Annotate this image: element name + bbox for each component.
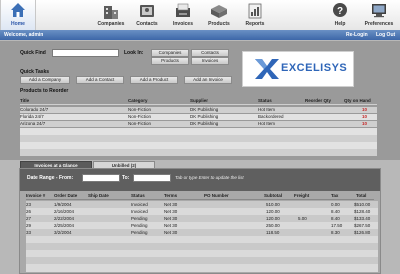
welcome-bar: Welcome, admin Re-Login Log Out (0, 30, 400, 40)
toolbar-companies-button[interactable]: Companies (94, 0, 128, 30)
empty-row (26, 264, 378, 272)
excelisys-logo-text: EXCELISYS (281, 62, 348, 74)
contacts-icon (138, 2, 156, 22)
invoices-icon (174, 2, 192, 22)
excelisys-logo: EXCELISYS (242, 51, 354, 87)
table-row[interactable]: 29 2/25/2004 Pending Net 30 250.00 17.50… (26, 222, 378, 229)
empty-row (26, 243, 378, 250)
date-range-hint: Tab or type Enter to update the list (175, 175, 244, 180)
welcome-text: Welcome, admin (4, 32, 44, 38)
reports-icon (246, 2, 264, 22)
logout-link[interactable]: Log Out (376, 32, 395, 38)
add-invoice-button[interactable]: Add an Invoice (184, 76, 232, 84)
quick-find-label: Quick Find (20, 50, 46, 56)
lookin-contacts-button[interactable]: Contacts (191, 49, 229, 57)
toolbar-preferences-button[interactable]: Preferences (360, 0, 398, 30)
toolbar-help-button[interactable]: ? Help (323, 0, 357, 30)
products-icon (209, 2, 229, 22)
products-to-reorder-title: Products to Reorder (20, 88, 69, 94)
date-to-input[interactable] (133, 174, 171, 182)
invoices-header-row: Invoice # Order Date Ship Date Status Te… (26, 193, 367, 198)
add-contact-button[interactable]: Add a Contact (76, 76, 124, 84)
table-row[interactable]: Colorado 24/7 Non-Fiction DK Publishing … (20, 107, 377, 113)
preferences-icon (370, 2, 388, 20)
table-row[interactable]: 27 2/22/2004 Pending Net 30 120.00 5.00 … (26, 215, 378, 222)
help-icon: ? (332, 2, 348, 20)
empty-row (26, 236, 378, 243)
empty-row (20, 142, 377, 149)
date-range-label: Date Range - From: (27, 175, 74, 181)
lookin-invoices-button[interactable]: Invoices (191, 57, 229, 65)
add-product-button[interactable]: Add a Product (130, 76, 178, 84)
table-row[interactable]: 26 2/16/2004 Invoiced Net 30 120.00 8.40… (26, 208, 378, 215)
table-row[interactable]: 23 1/9/2004 Invoiced Net 30 510.00 0.00 … (26, 201, 378, 208)
to-label: To: (122, 175, 130, 181)
table-row[interactable]: Arizona 24/7 Non-Fiction DK Publishing H… (20, 121, 377, 127)
quick-find-input[interactable] (52, 49, 119, 57)
table-row[interactable]: 33 3/2/2004 Pending Net 30 118.50 8.30 $… (26, 229, 378, 236)
svg-text:?: ? (337, 6, 343, 17)
home-icon (10, 2, 26, 20)
lookin-products-button[interactable]: Products (151, 57, 189, 65)
add-company-button[interactable]: Add a Company (20, 76, 70, 84)
toolbar-invoices-button[interactable]: Invoices (166, 0, 200, 30)
toolbar-reports-button[interactable]: Reports (238, 0, 272, 30)
empty-row (20, 149, 377, 156)
relogin-link[interactable]: Re-Login (346, 32, 368, 38)
invoices-panel: Date Range - From: To: Tab or type Enter… (19, 168, 381, 274)
toolbar-products-button[interactable]: Products (202, 0, 236, 30)
table-row[interactable]: Florida 24/7 Non-Fiction DK Publishing B… (20, 114, 377, 120)
divider (20, 104, 377, 105)
toolbar-contacts-button[interactable]: Contacts (130, 0, 164, 30)
empty-row (20, 135, 377, 142)
companies-icon (102, 2, 120, 22)
lookin-companies-button[interactable]: Companies (151, 49, 189, 57)
date-range-bar: Date Range - From: To: Tab or type Enter… (20, 169, 380, 191)
dashboard-panel: Quick Find Look In: Companies Contacts P… (0, 41, 400, 160)
divider (26, 199, 374, 200)
quick-tasks-label: Quick Tasks (20, 69, 50, 75)
empty-row (26, 250, 378, 257)
empty-row (20, 128, 377, 135)
empty-row (26, 257, 378, 264)
main-toolbar: Home Companies Contacts Invoices Product… (0, 0, 400, 31)
look-in-label: Look In: (124, 50, 144, 56)
toolbar-home-button[interactable]: Home (0, 0, 36, 30)
excelisys-logo-mark (255, 59, 279, 79)
date-from-input[interactable] (82, 174, 120, 182)
